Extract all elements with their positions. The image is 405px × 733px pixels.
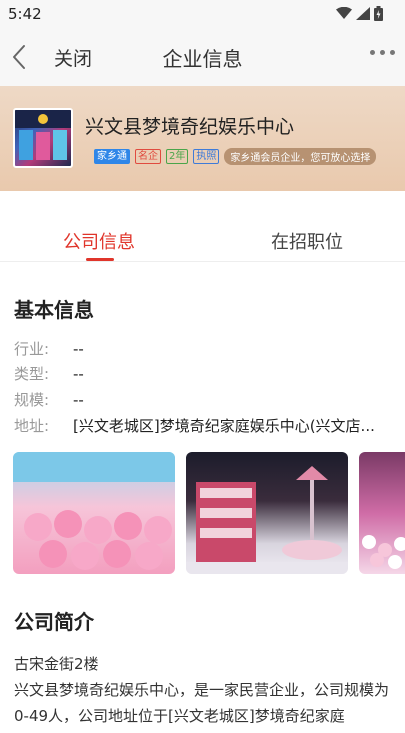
photo-gallery[interactable] bbox=[13, 452, 405, 574]
company-header: 兴文县梦境奇纪娱乐中心 家乡通 名企 2年 执照 家乡通会员企业，您可放心选择 bbox=[0, 86, 405, 191]
intro-body: 兴文县梦境奇纪娱乐中心，是一家民营企业，公司规模为0-49人，公司地址位于[兴文… bbox=[14, 681, 390, 725]
intro-address-line: 古宋金街2楼 bbox=[14, 655, 99, 673]
type-value: -- bbox=[73, 365, 84, 383]
info-row-industry: 行业: -- bbox=[14, 338, 84, 359]
gallery-photo[interactable] bbox=[13, 452, 175, 574]
basic-info-title: 基本信息 bbox=[14, 298, 94, 322]
info-row-scale: 规模: -- bbox=[14, 389, 84, 410]
member-note: 家乡通会员企业，您可放心选择 bbox=[224, 148, 377, 165]
badge-famous-company: 名企 bbox=[135, 149, 161, 164]
company-intro-title: 公司简介 bbox=[14, 610, 94, 634]
status-icons bbox=[336, 6, 383, 21]
address-value: [兴文老城区]梦境奇纪家庭娱乐中心(兴文店... bbox=[73, 417, 375, 435]
nav-bar: 关闭 企业信息 bbox=[0, 28, 405, 86]
more-options-button[interactable] bbox=[370, 50, 395, 55]
tab-bar: 公司信息 在招职位 bbox=[0, 218, 405, 262]
wifi-icon bbox=[336, 7, 352, 19]
page-title: 企业信息 bbox=[162, 47, 243, 71]
badge-license: 执照 bbox=[193, 149, 220, 164]
gallery-photo[interactable] bbox=[359, 452, 405, 574]
battery-icon bbox=[374, 6, 383, 21]
more-dot-icon bbox=[390, 50, 395, 55]
badge-years: 2年 bbox=[166, 149, 189, 164]
tab-company-info[interactable]: 公司信息 bbox=[63, 228, 135, 254]
info-row-type: 类型: -- bbox=[14, 363, 84, 384]
company-name: 兴文县梦境奇纪娱乐中心 bbox=[85, 116, 295, 138]
more-dot-icon bbox=[370, 50, 375, 55]
badge-jiaxiangtong: 家乡通 bbox=[94, 149, 130, 164]
industry-value: -- bbox=[73, 340, 84, 358]
gallery-photo[interactable] bbox=[186, 452, 348, 574]
status-time: 5:42 bbox=[8, 5, 42, 23]
signal-icon bbox=[356, 7, 370, 20]
scale-label: 规模: bbox=[14, 391, 50, 409]
company-logo[interactable] bbox=[13, 108, 73, 168]
active-tab-indicator bbox=[86, 258, 114, 261]
more-dot-icon bbox=[380, 50, 385, 55]
company-badges: 家乡通 名企 2年 执照 家乡通会员企业，您可放心选择 bbox=[94, 148, 377, 165]
tab-open-positions[interactable]: 在招职位 bbox=[271, 228, 343, 254]
address-label: 地址: bbox=[14, 417, 50, 435]
info-row-address[interactable]: 地址: [兴文老城区]梦境奇纪家庭娱乐中心(兴文店... bbox=[14, 415, 391, 436]
scale-value: -- bbox=[73, 391, 84, 409]
type-label: 类型: bbox=[14, 365, 50, 383]
status-bar: 5:42 bbox=[0, 0, 405, 28]
industry-label: 行业: bbox=[14, 340, 50, 358]
